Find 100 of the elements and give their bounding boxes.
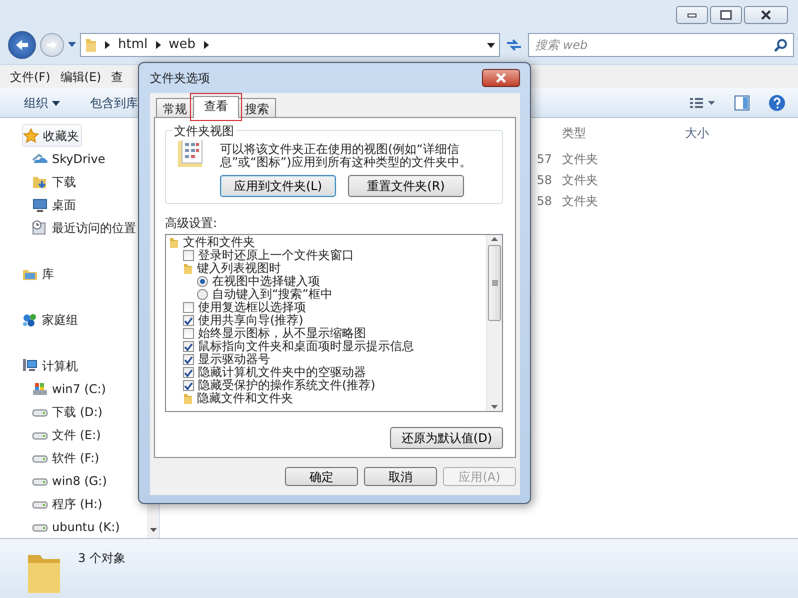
nav-item[interactable]: win7 (C:) — [32, 377, 108, 400]
nav-item[interactable]: win8 (G:) — [32, 469, 109, 492]
scroll-up-icon — [491, 237, 498, 241]
settings-item[interactable]: 自动键入到“搜索”框中 — [169, 288, 486, 301]
settings-item[interactable]: 在视图中选择键入项 — [169, 275, 486, 288]
nav-item[interactable]: 下载 — [32, 170, 78, 193]
back-button[interactable] — [8, 31, 36, 59]
table-cell: 58 — [536, 172, 552, 186]
table-cell: 文件夹 — [562, 194, 598, 208]
breadcrumb-link[interactable]: html — [118, 35, 148, 55]
preview-pane-icon[interactable] — [734, 94, 750, 110]
caret-down-icon[interactable] — [487, 42, 495, 48]
table-cell: 57 — [536, 152, 552, 166]
monitor-icon — [32, 196, 48, 212]
nav-item[interactable]: 程序 (H:) — [32, 492, 104, 515]
checkbox[interactable] — [183, 302, 194, 313]
checkbox[interactable] — [183, 250, 194, 261]
settings-item[interactable]: 键入列表视图时 — [169, 262, 486, 275]
caret-down-icon — [52, 100, 60, 106]
chevron-right-icon — [156, 41, 161, 49]
settings-item[interactable]: 显示驱动器号 — [169, 353, 486, 366]
settings-item[interactable]: 隐藏计算机文件夹中的空驱动器 — [169, 366, 486, 379]
breadcrumb-link[interactable]: web — [168, 35, 196, 55]
chevron-right-icon — [204, 41, 209, 49]
checkbox[interactable] — [183, 315, 194, 326]
folder-icon — [183, 392, 193, 404]
settings-item[interactable]: 隐藏文件和文件夹 — [169, 392, 486, 405]
nav-item[interactable]: 文件 (E:) — [32, 423, 103, 446]
close-button[interactable] — [482, 69, 520, 87]
dialog-button[interactable]: 确定 — [285, 467, 358, 486]
computer-icon — [22, 358, 38, 374]
folder-icon — [85, 37, 97, 53]
menu-item[interactable]: 文件(F) — [10, 68, 50, 86]
nav-item[interactable]: 软件 (F:) — [32, 446, 102, 469]
settings-item[interactable]: 文件和文件夹 — [169, 236, 486, 249]
folder-icon — [183, 262, 193, 274]
checkbox[interactable] — [183, 354, 194, 365]
dialog-button[interactable]: 取消 — [364, 467, 437, 486]
settings-item[interactable]: 隐藏受保护的操作系统文件(推荐) — [169, 379, 486, 392]
clock-window-icon — [32, 220, 48, 236]
toolbar-button[interactable]: 组织 — [24, 94, 60, 112]
radio-button[interactable] — [197, 289, 208, 300]
settings-item[interactable]: 鼠标指向文件夹和桌面项时显示提示信息 — [169, 340, 486, 353]
help-icon[interactable] — [768, 94, 786, 112]
chevron-right-icon — [105, 41, 110, 49]
table-cell: 文件夹 — [562, 172, 598, 186]
network-balls-icon — [22, 312, 38, 328]
checkbox[interactable] — [183, 341, 194, 352]
close-button[interactable] — [744, 6, 788, 24]
tab[interactable]: 常规 — [156, 98, 194, 117]
maximize-button[interactable] — [710, 6, 742, 24]
table-cell: 58 — [536, 194, 552, 208]
nav-item[interactable]: 最近访问的位置 — [32, 216, 138, 239]
close-icon — [760, 10, 772, 20]
column-header[interactable]: 类型 — [558, 124, 678, 142]
minimize-icon — [687, 12, 697, 18]
drive-windows-icon — [32, 380, 48, 396]
forward-arrow-icon — [45, 39, 59, 51]
description-text: 可以将该文件夹正在使用的视图(例如“详细信息”或“图标”)应用到所有这种类型的文件夹中。 — [220, 143, 472, 169]
checkmark-icon — [184, 316, 193, 324]
checkbox[interactable] — [183, 380, 194, 391]
table-cell: 文件夹 — [562, 152, 598, 166]
address-field[interactable]: html web — [80, 33, 500, 57]
section-label: 高级设置: — [165, 215, 218, 232]
grip-icon — [492, 280, 498, 286]
radio-button[interactable] — [197, 276, 208, 287]
settings-item[interactable]: 登录时还原上一个文件夹窗口 — [169, 249, 486, 262]
nav-item[interactable]: 收藏夹 — [22, 124, 82, 147]
checkbox[interactable] — [183, 367, 194, 378]
menu-item[interactable]: 查 — [111, 68, 124, 86]
settings-item[interactable]: 使用共享向导(推荐) — [169, 314, 486, 327]
menu-item[interactable]: 编辑(E) — [60, 68, 102, 86]
nav-item[interactable]: 下载 (D:) — [32, 400, 104, 423]
close-icon — [495, 73, 507, 83]
folder-icon — [169, 236, 179, 248]
dialog-title: 文件夹选项 — [150, 70, 210, 87]
nav-item[interactable]: 家庭组 — [22, 308, 80, 331]
nav-item[interactable]: 库 — [22, 262, 56, 285]
scroll-down-icon — [150, 528, 156, 532]
maximize-icon — [720, 10, 732, 20]
nav-item[interactable]: SkyDrive — [32, 147, 108, 170]
settings-item[interactable]: 始终显示图标，从不显示缩略图 — [169, 327, 486, 340]
tab[interactable]: 查看 — [193, 96, 239, 118]
minimize-button[interactable] — [676, 6, 708, 24]
scrollbar[interactable] — [486, 235, 502, 411]
dialog-button[interactable]: 重置文件夹(R) — [348, 175, 464, 197]
nav-item[interactable]: ubuntu (K:) — [32, 515, 122, 538]
nav-item[interactable]: 计算机 — [22, 354, 80, 377]
checkbox[interactable] — [183, 328, 194, 339]
column-header[interactable]: 大小 — [678, 124, 798, 142]
view-list-icon[interactable] — [690, 96, 716, 108]
settings-item[interactable]: 使用复选框以选择项 — [169, 301, 486, 314]
toolbar-button[interactable]: 包含到库 — [90, 94, 138, 112]
dialog-button[interactable]: 应用到文件夹(L) — [220, 175, 336, 197]
tab[interactable]: 搜索 — [238, 98, 276, 117]
scroll-down-icon — [491, 405, 498, 409]
search-field[interactable]: 搜索 web — [528, 33, 794, 57]
group-label: 文件夹视图 — [172, 122, 236, 140]
nav-item[interactable]: 桌面 — [32, 193, 78, 216]
restore-defaults-button[interactable]: 还原为默认值(D) — [390, 427, 503, 449]
